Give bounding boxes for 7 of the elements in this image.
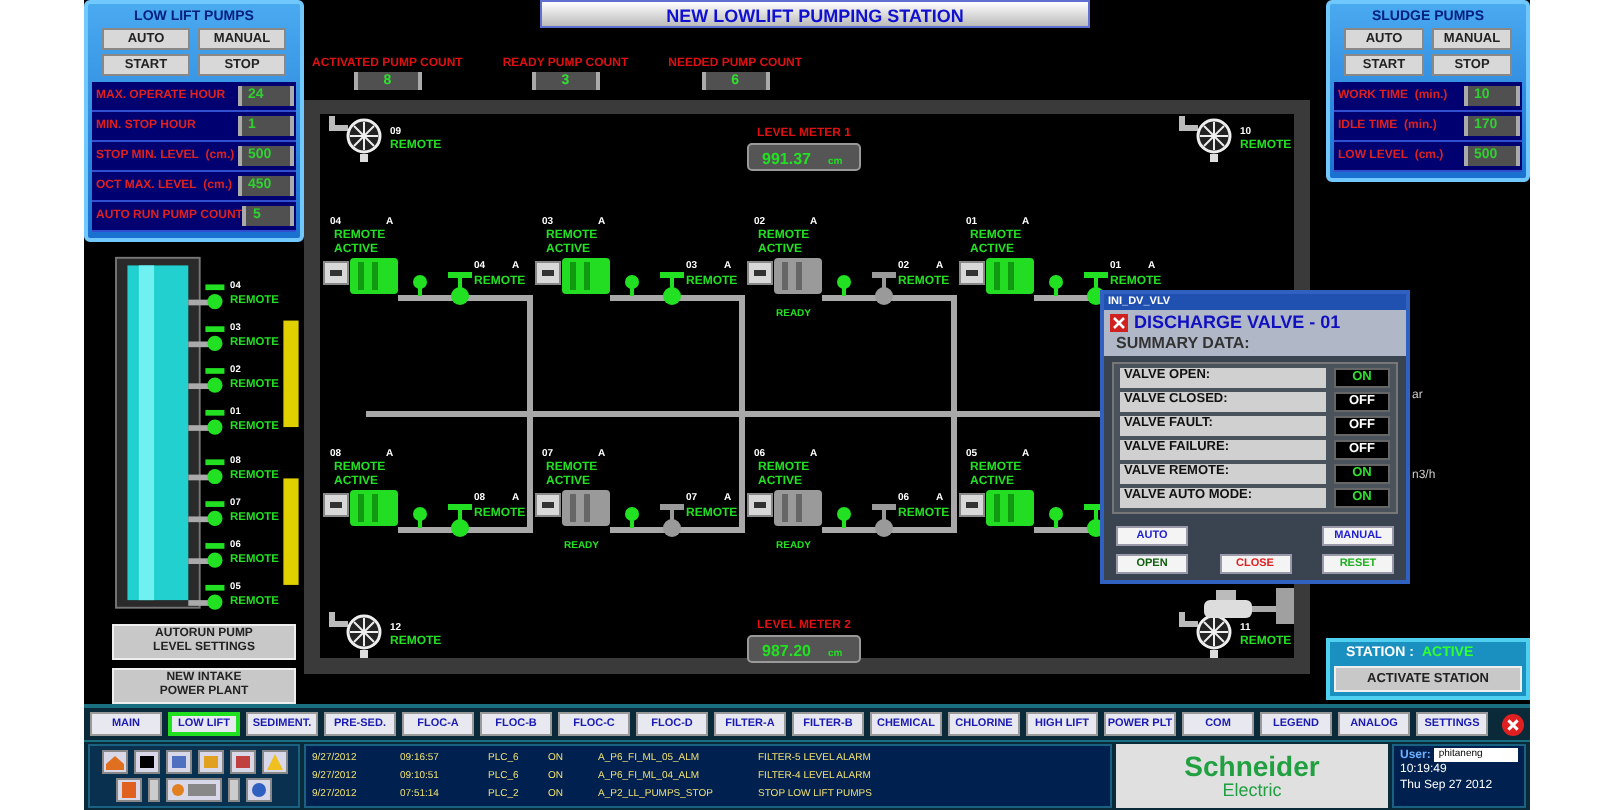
popup-subtitle: SUMMARY DATA: [1104,334,1406,356]
popup-title: DISCHARGE VALVE - 01 [1134,312,1341,334]
logo-name: Schneider [1184,752,1320,780]
screen-title: NEW LOWLIFT PUMPING STATION [540,0,1090,28]
meter-value: 987.20 [762,642,811,660]
meter-value: 991.37 [762,150,811,168]
logo-subtitle: Electric [1222,780,1282,800]
